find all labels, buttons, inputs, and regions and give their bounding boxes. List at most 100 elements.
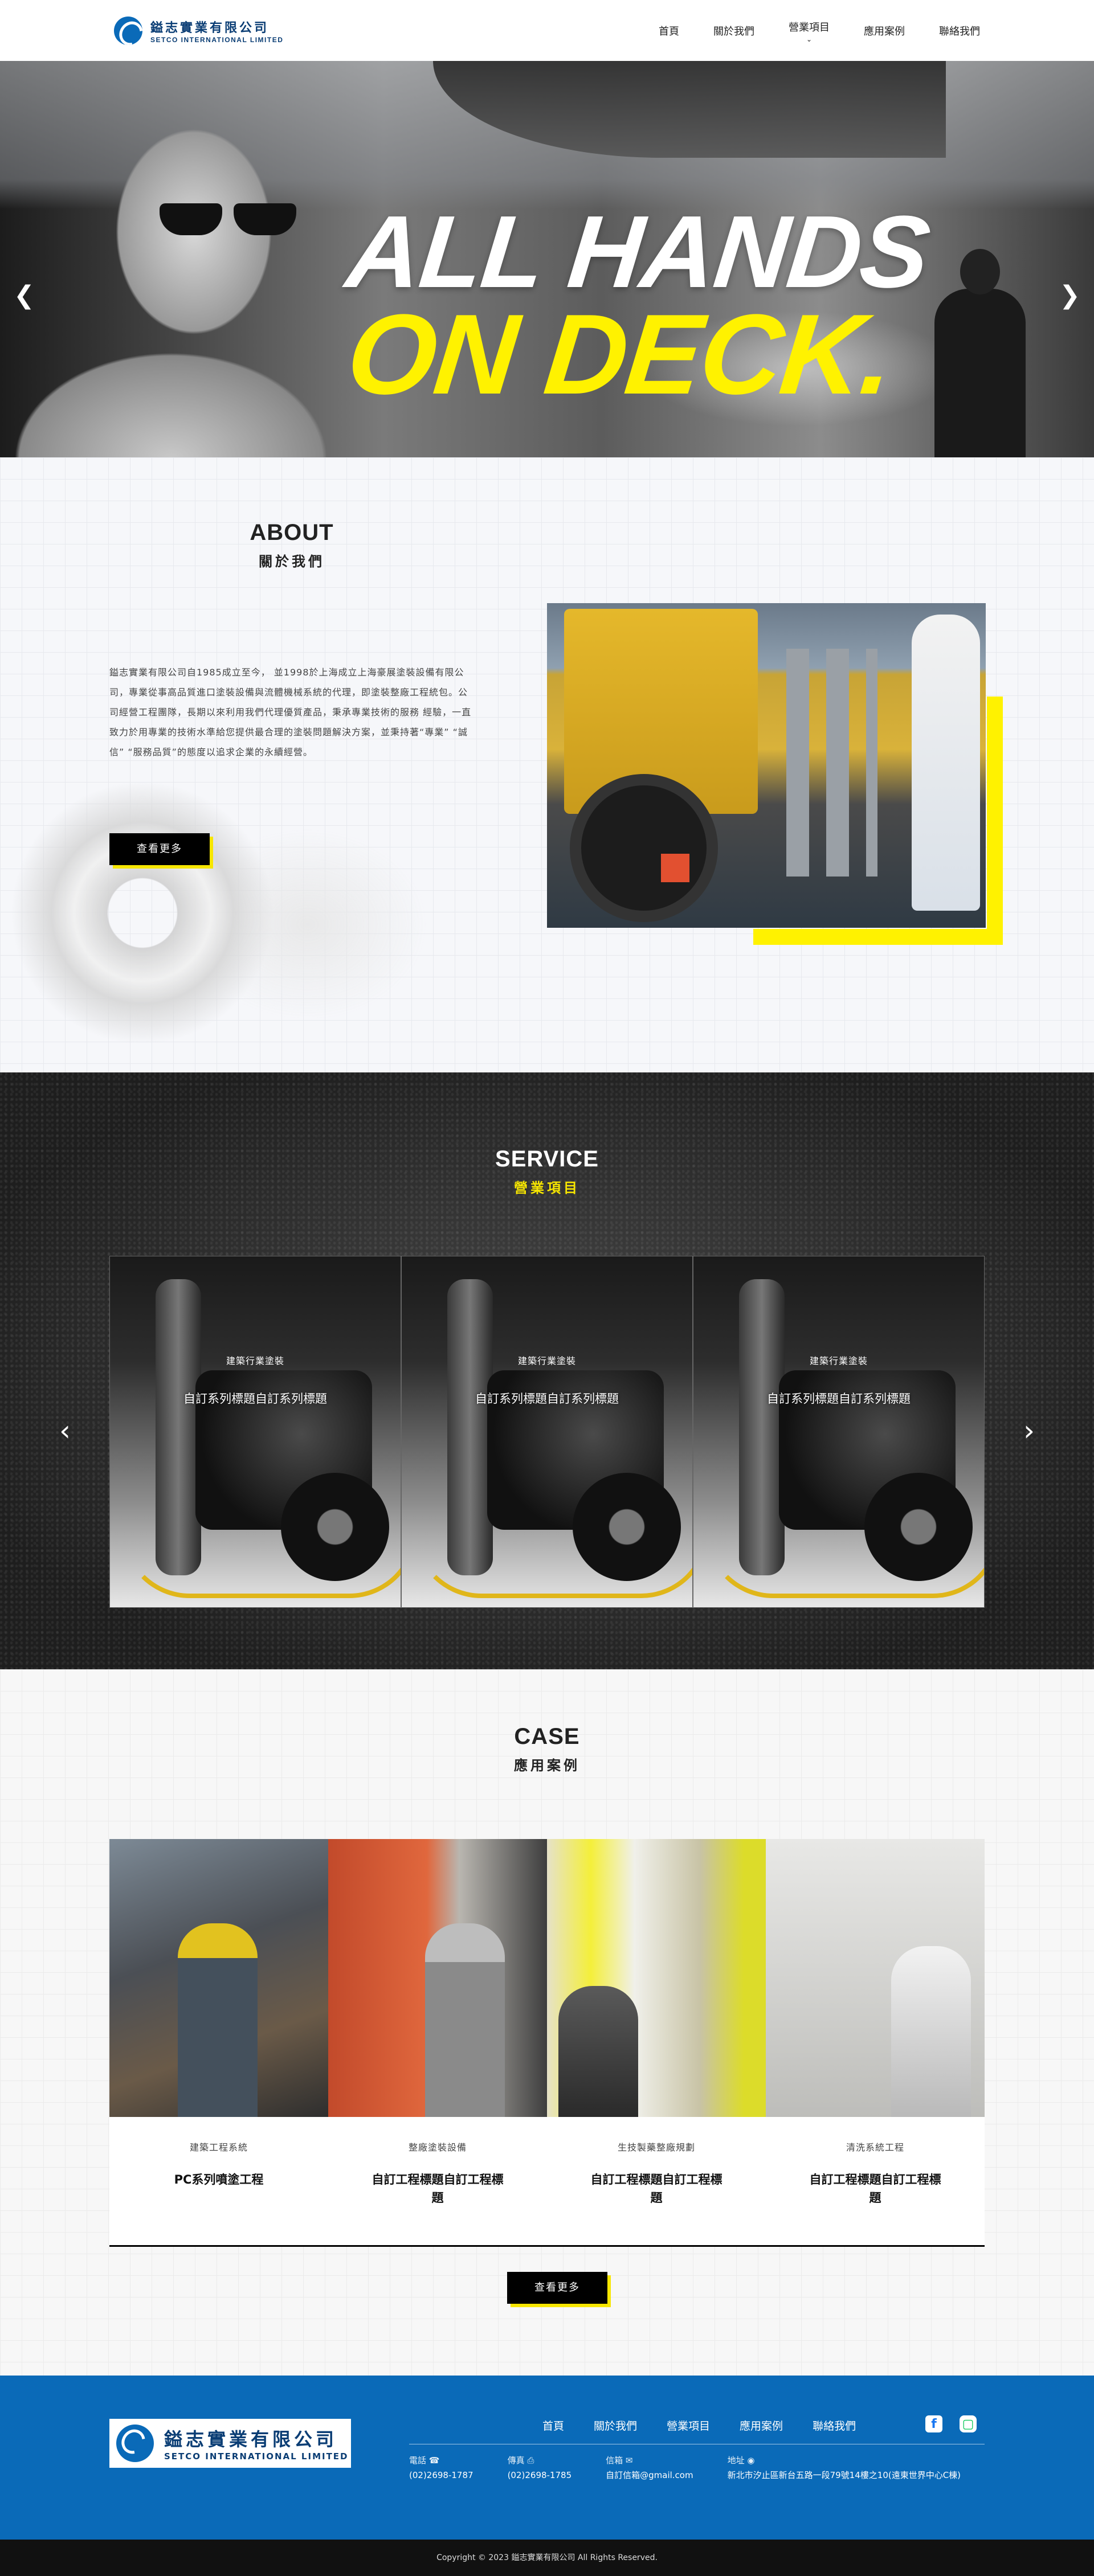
hero-banner: ALL HANDS ON DECK. ❮ ❯	[0, 61, 1094, 457]
service-title-cn: 營業項目	[514, 1180, 580, 1196]
footer-social: f ▢	[925, 2415, 977, 2432]
hero-sunglasses	[160, 203, 302, 236]
email-label: 信箱	[606, 2455, 623, 2466]
about-section: ABOUT 關於我們 鎰志實業有限公司自1985成立至今， 並1998於上海成立…	[0, 457, 1094, 1072]
service-card[interactable]: 建築行業塗裝 自訂系列標題自訂系列標題	[401, 1256, 693, 1608]
email-value[interactable]: 自訂信箱@gmail.com	[606, 2468, 693, 2483]
email-icon: ✉	[625, 2455, 633, 2466]
nav-services-label: 營業項目	[789, 21, 830, 34]
case-card-title: 自訂工程標題自訂工程標題	[590, 2173, 722, 2205]
service-card-title: 自訂系列標題自訂系列標題	[475, 1392, 619, 1406]
fax-label: 傳真	[507, 2455, 525, 2466]
copyright-bar: Copyright © 2023 鎰志實業有限公司 All Rights Res…	[0, 2540, 1094, 2576]
line-icon[interactable]: ▢	[960, 2415, 977, 2432]
service-heading: SERVICE 營業項目	[0, 1146, 1094, 1197]
service-card-title: 自訂系列標題自訂系列標題	[183, 1392, 327, 1406]
footer-address: 地址 ◉ 新北市汐止區新台五路一段79號14樓之10(遠東世界中心C棟)	[728, 2453, 961, 2483]
case-grid: 建築工程系統 PC系列噴塗工程 整廠塗裝設備 自訂工程標題自訂工程標題 生技製藥…	[109, 1839, 985, 2247]
facebook-icon[interactable]: f	[925, 2415, 942, 2432]
case-heading: CASE 應用案例	[0, 1724, 1094, 1774]
phone-label: 電話	[409, 2455, 427, 2466]
hero-worker-image	[934, 249, 1026, 457]
footer-contact-info: 電話 ☎ (02)2698-1787 傳真 ⎙ (02)2698-1785 信箱…	[409, 2453, 961, 2483]
logo-icon	[116, 2425, 154, 2462]
hero-headline-line1: ALL HANDS	[341, 195, 934, 309]
nav-contact[interactable]: 聯絡我們	[939, 23, 980, 38]
case-card[interactable]: 建築工程系統 PC系列噴塗工程	[109, 1839, 328, 2245]
footer-logo-name-cn: 鎰志實業有限公司	[164, 2428, 338, 2450]
case-title-cn: 應用案例	[514, 1758, 580, 1774]
logo-icon	[114, 16, 142, 45]
case-card[interactable]: 清洗系統工程 自訂工程標題自訂工程標題	[766, 1839, 985, 2245]
chevron-left-icon[interactable]: ‹	[59, 1414, 71, 1447]
footer-nav-contact[interactable]: 聯絡我們	[813, 2418, 856, 2433]
nav-cases[interactable]: 應用案例	[864, 23, 905, 38]
case-card-category: 清洗系統工程	[846, 2142, 904, 2153]
footer-nav-cases[interactable]: 應用案例	[740, 2418, 783, 2433]
footer-nav-about[interactable]: 關於我們	[594, 2418, 637, 2433]
address-label: 地址	[727, 2455, 745, 2466]
phone-icon: ☎	[428, 2455, 440, 2466]
footer-logo[interactable]: 鎰志實業有限公司 SETCO INTERNATIONAL LIMITED	[109, 2419, 351, 2468]
footer-nav-services[interactable]: 營業項目	[667, 2418, 710, 2433]
logo-name-en: SETCO INTERNATIONAL LIMITED	[150, 35, 284, 44]
footer-phone: 電話 ☎ (02)2698-1787	[409, 2453, 473, 2483]
chevron-right-icon[interactable]: ❯	[1059, 283, 1080, 308]
case-section: CASE 應用案例 建築工程系統 PC系列噴塗工程 整廠塗裝設備 自訂工程標題自…	[0, 1669, 1094, 2376]
address-value: 新北市汐止區新台五路一段79號14樓之10(遠東世界中心C棟)	[727, 2470, 961, 2480]
about-machine-decoration	[0, 776, 490, 1072]
chevron-right-icon[interactable]: ›	[1023, 1414, 1035, 1447]
about-photo-frame	[547, 603, 1003, 945]
about-photo	[547, 603, 986, 928]
chevron-left-icon[interactable]: ❮	[14, 283, 35, 308]
fax-icon: ⎙	[527, 2455, 534, 2466]
hero-headline: ALL HANDS ON DECK.	[331, 195, 934, 418]
hero-headline-line2: ON DECK.	[341, 291, 899, 418]
service-card-category: 建築行業塗裝	[226, 1355, 284, 1366]
case-card[interactable]: 整廠塗裝設備 自訂工程標題自訂工程標題	[328, 1839, 547, 2245]
case-card-title: 自訂工程標題自訂工程標題	[809, 2173, 941, 2205]
footer-nav: 首頁 關於我們 營業項目 應用案例 聯絡我們	[542, 2418, 856, 2433]
case-image	[547, 1839, 766, 2117]
map-pin-icon: ◉	[747, 2455, 755, 2466]
about-title-en: ABOUT	[250, 520, 334, 545]
nav-services[interactable]: 營業項目 ⌄	[789, 19, 830, 43]
about-heading: ABOUT 關於我們	[235, 520, 349, 570]
case-more-button[interactable]: 查看更多	[507, 2272, 607, 2304]
case-image	[766, 1839, 985, 2117]
case-card-category: 生技製藥整廠規劃	[617, 2142, 695, 2153]
service-carousel: 建築行業塗裝 自訂系列標題自訂系列標題 建築行業塗裝 自訂系列標題自訂系列標題 …	[109, 1256, 985, 1608]
logo-name-cn: 鎰志實業有限公司	[150, 20, 270, 35]
site-header: 鎰志實業有限公司 SETCO INTERNATIONAL LIMITED 首頁 …	[0, 0, 1094, 61]
service-card[interactable]: 建築行業塗裝 自訂系列標題自訂系列標題	[693, 1256, 985, 1608]
main-nav: 首頁 關於我們 營業項目 ⌄ 應用案例 聯絡我們	[659, 19, 980, 43]
service-title-en: SERVICE	[495, 1146, 599, 1172]
about-more-button[interactable]: 查看更多	[109, 833, 210, 865]
case-image	[109, 1839, 328, 2117]
nav-about[interactable]: 關於我們	[713, 23, 754, 38]
footer-logo-name-en: SETCO INTERNATIONAL LIMITED	[164, 2451, 349, 2462]
case-card-title: PC系列噴塗工程	[174, 2173, 264, 2186]
site-footer: 鎰志實業有限公司 SETCO INTERNATIONAL LIMITED 首頁 …	[0, 2376, 1094, 2540]
about-title-cn: 關於我們	[259, 554, 325, 570]
about-description: 鎰志實業有限公司自1985成立至今， 並1998於上海成立上海豪展塗裝設備有限公…	[109, 667, 472, 757]
service-card-category: 建築行業塗裝	[809, 1355, 868, 1366]
nav-home[interactable]: 首頁	[659, 23, 679, 38]
phone-value[interactable]: (02)2698-1787	[409, 2468, 473, 2483]
footer-nav-home[interactable]: 首頁	[542, 2418, 564, 2433]
service-card-title: 自訂系列標題自訂系列標題	[767, 1392, 911, 1406]
service-section: SERVICE 營業項目 ‹ 建築行業塗裝 自訂系列標題自訂系列標題 建築行業塗…	[0, 1072, 1094, 1669]
service-card[interactable]: 建築行業塗裝 自訂系列標題自訂系列標題	[109, 1256, 401, 1608]
case-image	[328, 1839, 547, 2117]
case-title-en: CASE	[514, 1724, 580, 1749]
footer-email: 信箱 ✉ 自訂信箱@gmail.com	[606, 2453, 693, 2483]
case-card[interactable]: 生技製藥整廠規劃 自訂工程標題自訂工程標題	[547, 1839, 766, 2245]
case-card-title: 自訂工程標題自訂工程標題	[372, 2173, 504, 2205]
fax-value: (02)2698-1785	[507, 2470, 572, 2480]
chevron-down-icon: ⌄	[806, 35, 813, 43]
footer-fax: 傳真 ⎙ (02)2698-1785	[508, 2453, 572, 2483]
case-card-category: 建築工程系統	[189, 2142, 248, 2153]
case-card-category: 整廠塗裝設備	[408, 2142, 467, 2153]
site-logo[interactable]: 鎰志實業有限公司 SETCO INTERNATIONAL LIMITED	[114, 16, 284, 45]
service-card-category: 建築行業塗裝	[517, 1355, 576, 1366]
